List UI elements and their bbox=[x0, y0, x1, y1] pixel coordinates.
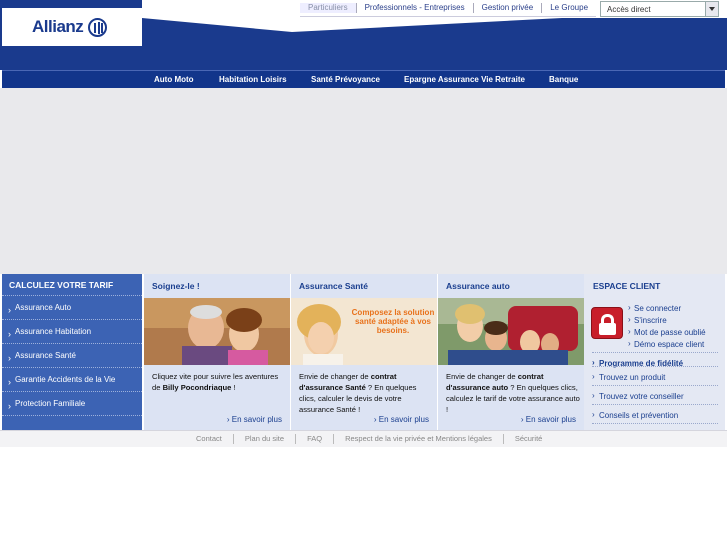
nav-sante-prevoyance[interactable]: Santé Prévoyance bbox=[311, 71, 380, 88]
promo-text-a: Envie de changer de bbox=[299, 372, 371, 381]
nav-auto-moto[interactable]: Auto Moto bbox=[154, 71, 194, 88]
promo-auto: Assurance auto Envie de changer de contr… bbox=[438, 274, 584, 430]
trouvez-produit-link[interactable]: Trouvez un produit bbox=[592, 366, 718, 382]
promo-title: Soignez-le ! bbox=[152, 281, 200, 291]
promo-soignez: Soignez-le ! Cliquez vite pour suivre le… bbox=[144, 274, 290, 430]
logo-text: Allianz bbox=[32, 17, 84, 36]
en-savoir-plus-link[interactable]: › En savoir plus bbox=[227, 415, 282, 424]
promo-title: Assurance Santé bbox=[299, 281, 368, 291]
footer-faq[interactable]: FAQ bbox=[295, 434, 333, 444]
en-savoir-plus-link[interactable]: › En savoir plus bbox=[374, 415, 429, 424]
promo-text-b: Billy Pocondriaque bbox=[162, 383, 232, 392]
promo-image-caption: Composez la solution santé adaptée à vos… bbox=[351, 308, 435, 335]
mot-de-passe-link[interactable]: Mot de passe oublié bbox=[628, 327, 706, 337]
footer-securite[interactable]: Sécurité bbox=[502, 434, 554, 444]
s-inscrire-link[interactable]: S'inscrire bbox=[628, 315, 667, 325]
allianz-logo[interactable]: Allianz bbox=[2, 8, 142, 46]
banner-area bbox=[0, 88, 727, 274]
promo-text: Envie de changer de contrat d'assurance … bbox=[446, 371, 580, 415]
acces-direct-value: Accès direct bbox=[607, 4, 651, 14]
acces-direct-select[interactable]: Accès direct bbox=[600, 1, 719, 17]
nav-epargne[interactable]: Epargne Assurance Vie Retraite bbox=[404, 71, 525, 88]
page: Allianz Particuliers Professionnels - En… bbox=[0, 0, 727, 545]
promo-text-c: ! bbox=[231, 383, 236, 392]
footer-links: Contact Plan du site FAQ Respect de la v… bbox=[185, 432, 553, 446]
top-nav: Particuliers Professionnels - Entreprise… bbox=[300, 0, 597, 17]
se-connecter-link[interactable]: Se connecter bbox=[628, 303, 681, 313]
promo-text-a: Envie de changer de bbox=[446, 372, 518, 381]
allianz-eagle-icon bbox=[88, 17, 108, 37]
nav-habitation-loisirs[interactable]: Habitation Loisirs bbox=[219, 71, 287, 88]
trouvez-conseiller-link[interactable]: Trouvez votre conseiller bbox=[592, 385, 718, 401]
espace-client-title: ESPACE CLIENT bbox=[593, 281, 661, 291]
tarif-item[interactable]: Protection Familiale bbox=[2, 392, 142, 418]
footer-contact[interactable]: Contact bbox=[185, 434, 233, 444]
top-nav-gestion-privee[interactable]: Gestion privée bbox=[472, 3, 542, 13]
nav-banque[interactable]: Banque bbox=[549, 71, 578, 88]
top-nav-particuliers[interactable]: Particuliers bbox=[300, 3, 356, 13]
demo-espace-link[interactable]: Démo espace client bbox=[628, 339, 704, 349]
top-nav-le-groupe[interactable]: Le Groupe bbox=[541, 3, 596, 13]
header-arrow-shape bbox=[142, 18, 562, 32]
tarif-item[interactable]: Assurance Habitation bbox=[2, 320, 142, 346]
promo-text: Cliquez vite pour suivre les aventures d… bbox=[152, 371, 286, 393]
promo-image-couple[interactable] bbox=[144, 298, 290, 365]
en-savoir-plus-link[interactable]: › En savoir plus bbox=[521, 415, 576, 424]
top-nav-professionnels[interactable]: Professionnels - Entreprises bbox=[355, 3, 473, 13]
tarif-title: CALCULEZ VOTRE TARIF bbox=[2, 274, 142, 296]
conseils-prevention-link[interactable]: Conseils et prévention bbox=[592, 404, 718, 420]
footer-plan-du-site[interactable]: Plan du site bbox=[232, 434, 295, 444]
tarif-panel: CALCULEZ VOTRE TARIF Assurance Auto Assu… bbox=[2, 274, 142, 430]
promo-sante: Assurance Santé Envie de changer de cont… bbox=[291, 274, 437, 430]
lock-icon bbox=[591, 307, 623, 339]
promo-image-family[interactable] bbox=[438, 298, 584, 365]
main-nav: Auto Moto Habitation Loisirs Santé Prévo… bbox=[2, 70, 725, 88]
tarif-item[interactable]: Assurance Auto bbox=[2, 296, 142, 322]
tarif-item[interactable]: Assurance Santé bbox=[2, 344, 142, 370]
espace-client-panel: ESPACE CLIENT Se connecter S'inscrire Mo… bbox=[584, 274, 725, 431]
footer-mentions-legales[interactable]: Respect de la vie privée et Mentions lég… bbox=[333, 434, 503, 444]
promo-text: Envie de changer de contrat d'assurance … bbox=[299, 371, 433, 415]
promo-title: Assurance auto bbox=[446, 281, 510, 291]
header: Allianz Particuliers Professionnels - En… bbox=[0, 0, 727, 70]
chevron-down-icon[interactable] bbox=[705, 2, 718, 16]
tarif-item[interactable]: Garantie Accidents de la Vie bbox=[2, 368, 142, 394]
